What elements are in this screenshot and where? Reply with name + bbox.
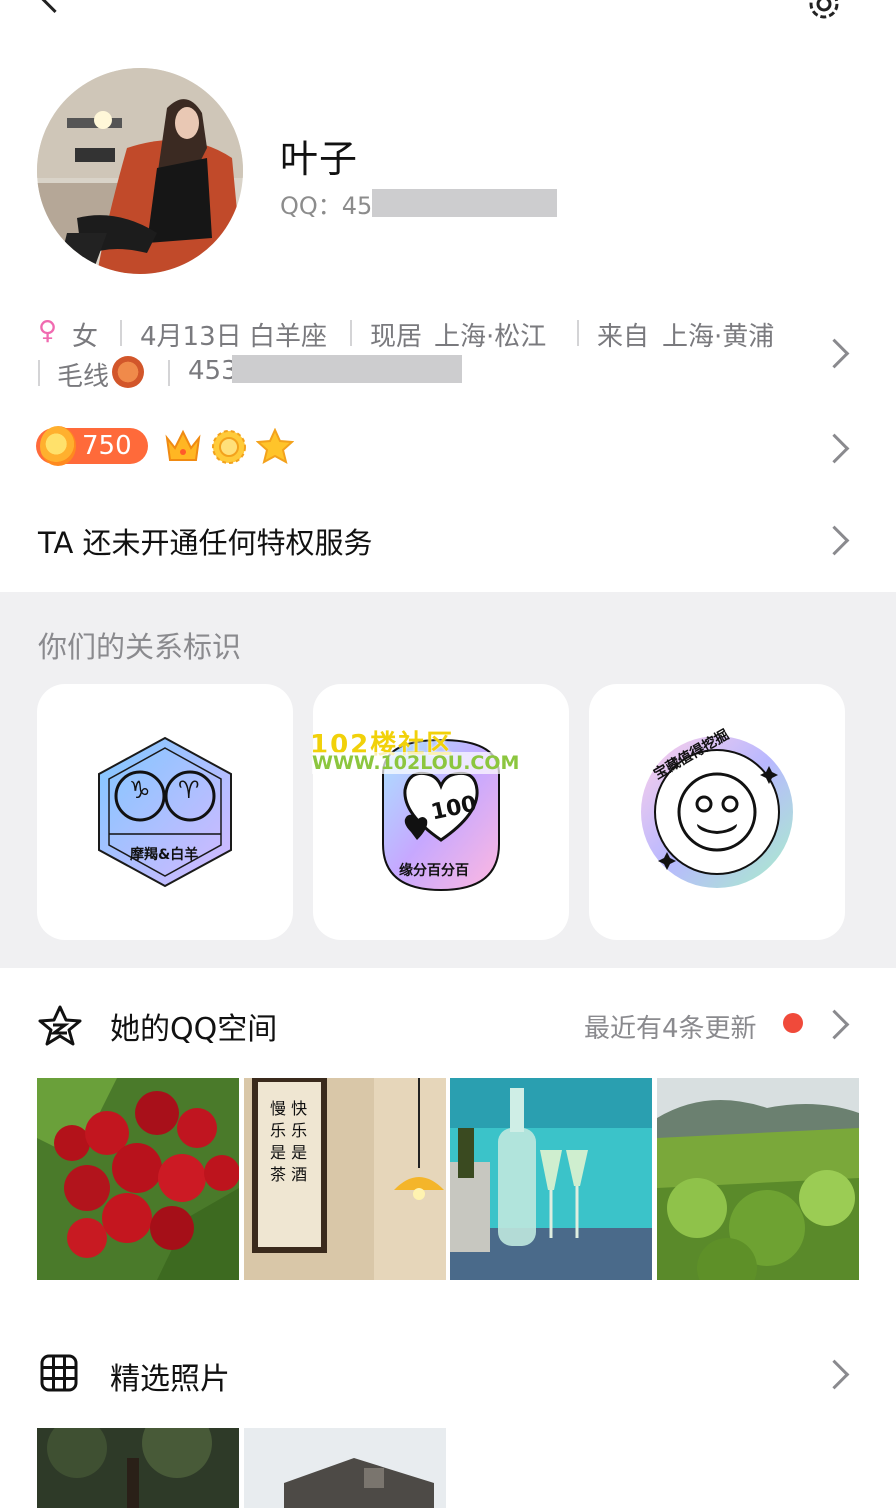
email-text: 453 bbox=[188, 356, 238, 386]
coin-icon bbox=[40, 426, 76, 466]
qzone-thumb-cherries[interactable] bbox=[37, 1078, 239, 1280]
birthday-text: 4月13日 bbox=[140, 322, 242, 352]
relation-label: 摩羯&白羊 bbox=[130, 847, 199, 863]
unread-dot bbox=[783, 1013, 803, 1033]
avatar[interactable] bbox=[37, 68, 243, 274]
yarn-ball-icon bbox=[112, 356, 144, 388]
aries-icon: ♈ bbox=[178, 776, 200, 804]
residence-label: 现居 bbox=[370, 322, 423, 352]
star-icon bbox=[256, 428, 294, 464]
calligraphy-text: 慢 快 乐 乐 是 是 茶 酒 bbox=[270, 1099, 308, 1184]
residence-text: 上海·松江 bbox=[434, 322, 547, 352]
qzone-thumb-sea[interactable] bbox=[450, 1078, 652, 1280]
privilege-status[interactable]: TA 还未开通任何特权服务 bbox=[38, 520, 373, 562]
level-number: 750 bbox=[82, 431, 132, 461]
relation-card-destiny[interactable]: 100 缘分百分百 bbox=[313, 684, 569, 940]
nickname: 叶子 bbox=[280, 137, 359, 181]
gender-text: 女 bbox=[72, 322, 99, 352]
qzone-title[interactable]: 她的QQ空间 bbox=[110, 1004, 277, 1048]
hometown-text: 上海·黄浦 bbox=[662, 322, 775, 352]
photo-thumb-house[interactable] bbox=[244, 1428, 446, 1508]
relation-card-zodiac[interactable]: ♑ ♈ 摩羯&白羊 bbox=[37, 684, 293, 940]
sun-icon bbox=[212, 430, 246, 464]
chevron-right-icon[interactable] bbox=[819, 1359, 850, 1390]
relation-card-treasure[interactable]: 宝藏值得挖掘 bbox=[589, 684, 845, 940]
crown-icon bbox=[165, 429, 201, 461]
chevron-right-icon[interactable] bbox=[819, 433, 850, 464]
qzone-thumb-tea-field[interactable] bbox=[657, 1078, 859, 1280]
redaction-mask bbox=[372, 189, 557, 217]
photos-title[interactable]: 精选照片 bbox=[110, 1354, 230, 1398]
grid-icon bbox=[40, 1354, 78, 1392]
capricorn-icon: ♑ bbox=[129, 776, 151, 804]
chevron-right-icon[interactable] bbox=[819, 525, 850, 556]
photo-thumb-tree[interactable] bbox=[37, 1428, 239, 1508]
chevron-right-icon[interactable] bbox=[819, 338, 850, 369]
qzone-thumb-calligraphy[interactable]: 慢 快 乐 乐 是 是 茶 酒 bbox=[244, 1078, 446, 1280]
qq-number: QQ：45 bbox=[280, 192, 373, 220]
female-icon: ♀ bbox=[38, 316, 58, 346]
hobby-text: 毛线 bbox=[57, 362, 110, 392]
chevron-right-icon[interactable] bbox=[819, 1009, 850, 1040]
zodiac-pair-badge bbox=[98, 736, 232, 888]
relation-title: 你们的关系标识 bbox=[38, 630, 242, 664]
relation-label: 缘分百分百 bbox=[399, 863, 469, 879]
qzone-update-text[interactable]: 最近有4条更新 bbox=[584, 1008, 757, 1045]
zodiac-text: 白羊座 bbox=[249, 322, 328, 352]
treasure-badge bbox=[641, 736, 793, 888]
redaction-mask bbox=[232, 355, 462, 383]
back-arrow-icon[interactable] bbox=[33, 0, 76, 14]
watermark-url: WWW.102LOU.COM bbox=[312, 752, 520, 774]
hometown-label: 来自 bbox=[597, 322, 650, 352]
qzone-star-icon bbox=[38, 1005, 82, 1046]
gear-icon[interactable] bbox=[806, 0, 842, 22]
